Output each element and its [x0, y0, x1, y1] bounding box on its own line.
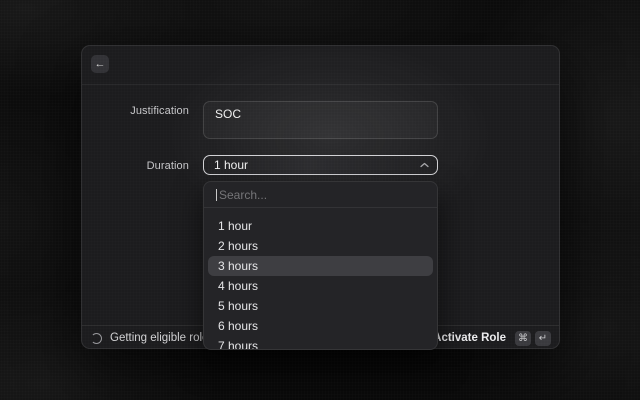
back-button[interactable]: ←	[91, 55, 109, 73]
duration-dropdown: 1 hour 2 hours 3 hours 4 hours 5 hours 6…	[203, 181, 438, 350]
duration-option-2-hours[interactable]: 2 hours	[208, 236, 433, 256]
chevron-up-icon	[420, 162, 429, 168]
return-key-icon: ↵	[535, 331, 551, 346]
duration-option-7-hours[interactable]: 7 hours	[208, 336, 433, 350]
dialog-header: ←	[82, 46, 559, 84]
activate-role-label: Activate Role	[433, 332, 506, 344]
duration-option-6-hours[interactable]: 6 hours	[208, 316, 433, 336]
duration-option-5-hours[interactable]: 5 hours	[208, 296, 433, 316]
duration-label: Duration	[82, 159, 189, 173]
justification-textarea[interactable]: SOC	[203, 101, 438, 139]
activate-role-button[interactable]: Activate Role ⌘ ↵	[433, 331, 551, 346]
text-caret	[216, 189, 217, 201]
duration-option-1-hour[interactable]: 1 hour	[208, 216, 433, 236]
activate-role-dialog: ← Justification SOC Duration 1 hour 1 ho…	[81, 45, 560, 349]
duration-option-list: 1 hour 2 hours 3 hours 4 hours 5 hours 6…	[204, 208, 437, 350]
duration-selected-value: 1 hour	[214, 158, 420, 172]
duration-option-4-hours[interactable]: 4 hours	[208, 276, 433, 296]
search-input[interactable]	[204, 182, 437, 207]
duration-select[interactable]: 1 hour	[203, 155, 438, 175]
justification-label: Justification	[82, 104, 189, 118]
back-arrow-icon: ←	[95, 58, 106, 70]
dropdown-search-row	[204, 182, 437, 208]
duration-option-3-hours[interactable]: 3 hours	[208, 256, 433, 276]
command-key-icon: ⌘	[515, 331, 531, 346]
header-divider	[82, 84, 559, 85]
loading-spinner-icon	[91, 333, 102, 344]
